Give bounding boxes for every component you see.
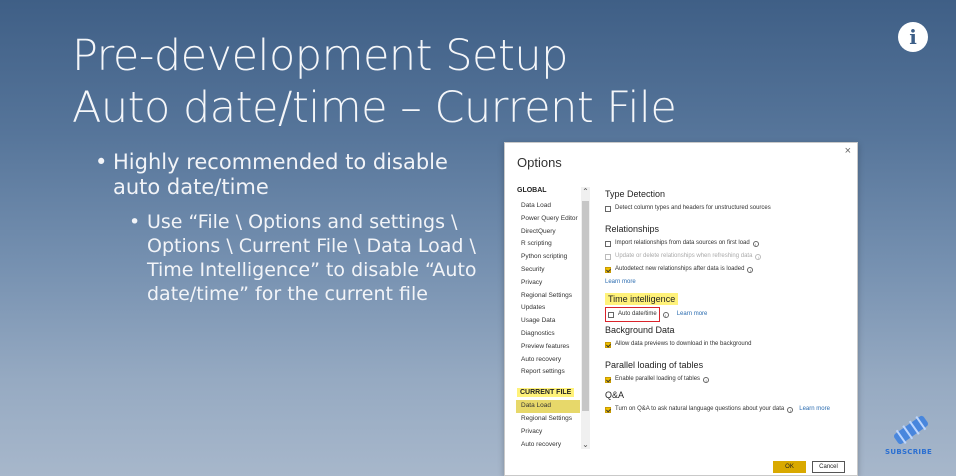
relationships-heading: Relationships	[605, 224, 660, 234]
import-relationships-option[interactable]: Import relationships from data sources o…	[605, 237, 853, 250]
background-data-option[interactable]: Allow data previews to download in the b…	[605, 338, 853, 351]
info-circle-icon[interactable]: i	[703, 376, 710, 383]
sidebar-item-current-data-load[interactable]: Data Load	[516, 400, 580, 413]
dna-icon	[893, 415, 929, 445]
type-detection-label: Detect column types and headers for unst…	[615, 205, 771, 211]
time-intelligence-learn-more-link[interactable]: Learn more	[677, 309, 708, 320]
background-data-label: Allow data previews to download in the b…	[615, 341, 752, 347]
parallel-loading-checkbox[interactable]	[605, 376, 611, 383]
relationships-learn-more-row: Learn more	[605, 276, 853, 289]
qa-option[interactable]: Turn on Q&A to ask natural language ques…	[605, 403, 853, 416]
import-relationships-checkbox[interactable]	[605, 240, 611, 247]
background-data-heading: Background Data	[605, 325, 675, 335]
info-icon[interactable]: i	[898, 22, 928, 52]
cancel-button[interactable]: Cancel	[812, 461, 845, 473]
bullet-2: Use “File \ Options and settings \ Optio…	[95, 210, 495, 306]
current-file-header-label: CURRENT FILE	[517, 388, 575, 398]
options-dialog: × Options GLOBAL Data Load Power Query E…	[504, 142, 858, 476]
info-circle-icon[interactable]: i	[787, 406, 794, 413]
slide-title-line-1: Pre-development Setup	[72, 31, 568, 81]
autodetect-relationships-option[interactable]: Autodetect new relationships after data …	[605, 263, 853, 276]
info-circle-icon[interactable]: i	[752, 240, 759, 247]
subscribe-watermark[interactable]: SUBSCRIBE	[885, 410, 937, 458]
qa-label: Turn on Q&A to ask natural language ques…	[615, 406, 785, 412]
qa-heading: Q&A	[605, 390, 625, 400]
info-circle-icon: i	[755, 253, 762, 260]
slide-title-line-2: Auto date/time – Current File	[72, 83, 677, 133]
autodetect-relationships-checkbox[interactable]	[605, 266, 611, 273]
subscribe-label[interactable]: SUBSCRIBE	[885, 448, 932, 456]
slide-title: Pre-development Setup Auto date/time – C…	[72, 30, 677, 134]
type-detection-heading: Type Detection	[605, 189, 666, 199]
relationships-learn-more-link[interactable]: Learn more	[605, 277, 636, 288]
type-detection-option[interactable]: Detect column types and headers for unst…	[605, 202, 853, 215]
auto-date-time-highlight[interactable]: Auto date/time	[605, 307, 660, 322]
type-detection-checkbox[interactable]	[605, 205, 611, 212]
options-content: Type Detection Detect column types and h…	[605, 183, 853, 416]
time-intelligence-heading-label: Time intelligence	[605, 293, 679, 305]
import-relationships-label: Import relationships from data sources o…	[615, 240, 750, 246]
qa-learn-more-link[interactable]: Learn more	[799, 404, 830, 415]
slide-bullets: Highly recommended to disable auto date/…	[95, 150, 495, 306]
sidebar-scrollbar[interactable]: ⌃ ⌄	[581, 187, 590, 449]
parallel-loading-option[interactable]: Enable parallel loading of tables i	[605, 373, 853, 386]
dialog-title: Options	[517, 155, 562, 170]
scrollbar-thumb[interactable]	[582, 201, 589, 411]
update-relationships-label: Update or delete relationships when refr…	[615, 253, 753, 259]
parallel-loading-heading: Parallel loading of tables	[605, 360, 704, 370]
close-icon[interactable]: ×	[845, 145, 851, 157]
qa-checkbox[interactable]	[605, 406, 611, 413]
auto-date-time-label: Auto date/time	[618, 311, 657, 317]
auto-date-time-option[interactable]: Auto date/time i Learn more	[605, 307, 853, 322]
ok-button[interactable]: OK	[773, 461, 806, 473]
autodetect-relationships-label: Autodetect new relationships after data …	[615, 266, 745, 272]
background-data-checkbox[interactable]	[605, 341, 611, 348]
parallel-loading-label: Enable parallel loading of tables	[615, 376, 701, 382]
info-circle-icon[interactable]: i	[747, 266, 754, 273]
update-relationships-checkbox	[605, 253, 611, 260]
scroll-up-icon[interactable]: ⌃	[581, 187, 590, 196]
update-relationships-option: Update or delete relationships when refr…	[605, 250, 853, 263]
time-intelligence-heading: Time intelligence	[605, 293, 853, 305]
scroll-down-icon[interactable]: ⌄	[581, 440, 590, 449]
bullet-1: Highly recommended to disable auto date/…	[95, 150, 495, 200]
auto-date-time-checkbox[interactable]	[608, 311, 614, 318]
info-circle-icon[interactable]: i	[662, 311, 669, 318]
